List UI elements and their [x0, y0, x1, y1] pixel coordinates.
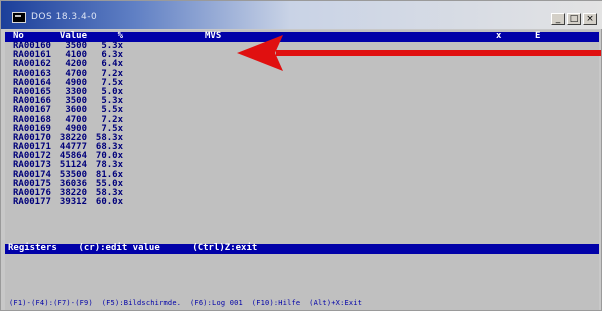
console-window: DOS 18.3.4-0 _ □ × No Value % MVS x E RA… — [0, 0, 602, 311]
red-arrow-icon — [237, 35, 601, 71]
